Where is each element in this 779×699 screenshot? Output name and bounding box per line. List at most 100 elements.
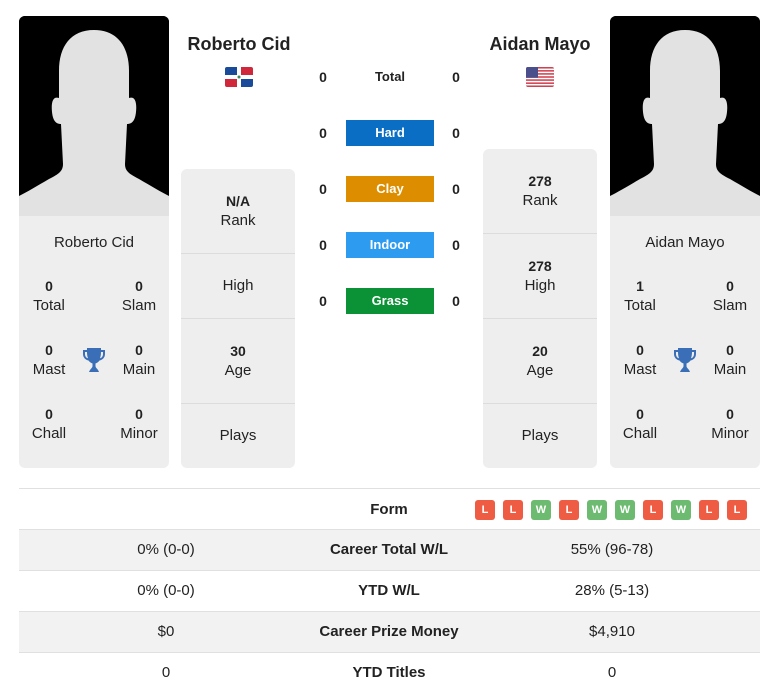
form-win-badge[interactable]: W: [671, 500, 691, 520]
titles-chall-label: Chall: [31, 425, 67, 442]
rank-card-left: N/A Rank High 30 Age Plays: [181, 169, 295, 468]
age-value: 30: [230, 343, 246, 359]
titles-main-label: Main: [122, 361, 156, 378]
stat-label: YTD Titles: [352, 664, 426, 681]
h2h-left-value: 0: [319, 125, 327, 141]
form-loss-badge[interactable]: L: [475, 500, 495, 520]
titles-chall-label: Chall: [622, 425, 658, 442]
h2h-left-value: 0: [319, 69, 327, 85]
plays-cell: Plays: [181, 404, 295, 468]
stat-right-value: 55% (96-78): [570, 541, 654, 558]
stat-right-value: $4,910: [589, 623, 635, 640]
stat-label: Career Total W/L: [329, 541, 449, 558]
high-value: 278: [528, 258, 552, 274]
plays-cell: Plays: [483, 404, 597, 468]
form-loss-badge[interactable]: L: [699, 500, 719, 520]
player-header-left: Roberto Cid: [169, 34, 309, 87]
form-loss-badge[interactable]: L: [643, 500, 663, 520]
form-win-badge[interactable]: W: [531, 500, 551, 520]
stat-row-ytd-titles: 0 YTD Titles 0: [19, 652, 760, 693]
titles-main: 0 Main: [700, 340, 760, 380]
h2h-right-value: 0: [452, 237, 460, 253]
rank-card-right: 278 Rank 278 High 20 Age Plays: [483, 149, 597, 468]
titles-minor: 0 Minor: [109, 404, 169, 444]
titles-total-value: 0: [45, 278, 53, 294]
h2h-row-grass: 0 Grass 0: [300, 288, 480, 314]
titles-slam: 0 Slam: [109, 276, 169, 316]
plays-label: Plays: [219, 427, 257, 444]
titles-total: 0 Total: [19, 276, 79, 316]
titles-minor-value: 0: [135, 406, 143, 422]
age-label: Age: [224, 362, 252, 379]
stat-label: Career Prize Money: [319, 623, 459, 640]
titles-minor: 0 Minor: [700, 404, 760, 444]
player-photo-left: [19, 16, 169, 216]
rank-label: Rank: [522, 192, 558, 209]
titles-chall-value: 0: [45, 406, 53, 422]
stat-row-ytd-wl: 0% (0-0) YTD W/L 28% (5-13): [19, 570, 760, 611]
titles-slam: 0 Slam: [700, 276, 760, 316]
rank-label: Rank: [220, 212, 256, 229]
surface-total-label: Total: [374, 69, 406, 84]
h2h-row-total: 0 Total 0: [300, 64, 480, 90]
stat-right-value: 0: [607, 664, 617, 681]
h2h-right-value: 0: [452, 293, 460, 309]
titles-mast: 0 Mast: [610, 340, 670, 380]
titles-mast: 0 Mast: [19, 340, 79, 380]
rank-value: N/A: [225, 193, 251, 209]
titles-card-right: Aidan Mayo 1 Total 0 Slam 0 Mast 0 Main 0 Cha…: [610, 216, 760, 468]
player-photo-right: [610, 16, 760, 216]
rank-cell: 278 Rank: [483, 149, 597, 234]
titles-minor-label: Minor: [120, 425, 158, 442]
player-name-link[interactable]: Roberto Cid: [169, 34, 309, 55]
h2h-right-value: 0: [452, 181, 460, 197]
titles-card-left: Roberto Cid 0 Total 0 Slam 0 Mast 0 Main 0 Ch…: [19, 216, 169, 468]
h2h-left-value: 0: [319, 181, 327, 197]
trophy-icon: [673, 347, 697, 373]
high-cell: 278 High: [483, 234, 597, 319]
titles-mast-label: Mast: [623, 361, 657, 378]
trophy-icon: [82, 347, 106, 373]
avatar-silhouette-icon: [610, 16, 760, 216]
form-loss-badge[interactable]: L: [503, 500, 523, 520]
high-cell: High: [181, 254, 295, 319]
form-row: Form LLWLWWLWLL: [19, 488, 760, 529]
surface-clay-badge[interactable]: Clay: [346, 176, 434, 202]
stat-left-value: 0% (0-0): [137, 541, 195, 558]
titles-chall: 0 Chall: [610, 404, 670, 444]
stat-row-career-wl: 0% (0-0) Career Total W/L 55% (96-78): [19, 529, 760, 570]
player-header-right: Aidan Mayo: [470, 34, 610, 87]
titles-mast-label: Mast: [32, 361, 66, 378]
titles-total-value: 1: [636, 278, 644, 294]
titles-total-label: Total: [624, 297, 656, 314]
titles-minor-label: Minor: [711, 425, 749, 442]
player-name-link[interactable]: Aidan Mayo: [470, 34, 610, 55]
titles-mast-value: 0: [45, 342, 53, 358]
stat-left-value: 0: [161, 664, 171, 681]
titles-main-value: 0: [726, 342, 734, 358]
form-loss-badge[interactable]: L: [559, 500, 579, 520]
form-badges: LLWLWWLWLL: [475, 500, 747, 520]
titles-chall: 0 Chall: [19, 404, 79, 444]
titles-mast-value: 0: [636, 342, 644, 358]
surface-indoor-badge[interactable]: Indoor: [346, 232, 434, 258]
stat-left-value: $0: [157, 623, 175, 640]
h2h-row-indoor: 0 Indoor 0: [300, 232, 480, 258]
player-name-label: Aidan Mayo: [645, 234, 725, 251]
surface-hard-badge[interactable]: Hard: [346, 120, 434, 146]
titles-total: 1 Total: [610, 276, 670, 316]
form-label: Form: [370, 501, 408, 518]
form-win-badge[interactable]: W: [615, 500, 635, 520]
h2h-left-value: 0: [319, 237, 327, 253]
titles-slam-label: Slam: [712, 297, 748, 314]
surface-grass-badge[interactable]: Grass: [346, 288, 434, 314]
form-loss-badge[interactable]: L: [727, 500, 747, 520]
h2h-row-hard: 0 Hard 0: [300, 120, 480, 146]
titles-main-label: Main: [713, 361, 747, 378]
form-win-badge[interactable]: W: [587, 500, 607, 520]
titles-minor-value: 0: [726, 406, 734, 422]
age-cell: 30 Age: [181, 319, 295, 404]
titles-main: 0 Main: [109, 340, 169, 380]
titles-slam-label: Slam: [121, 297, 157, 314]
rank-value: 278: [528, 173, 552, 189]
